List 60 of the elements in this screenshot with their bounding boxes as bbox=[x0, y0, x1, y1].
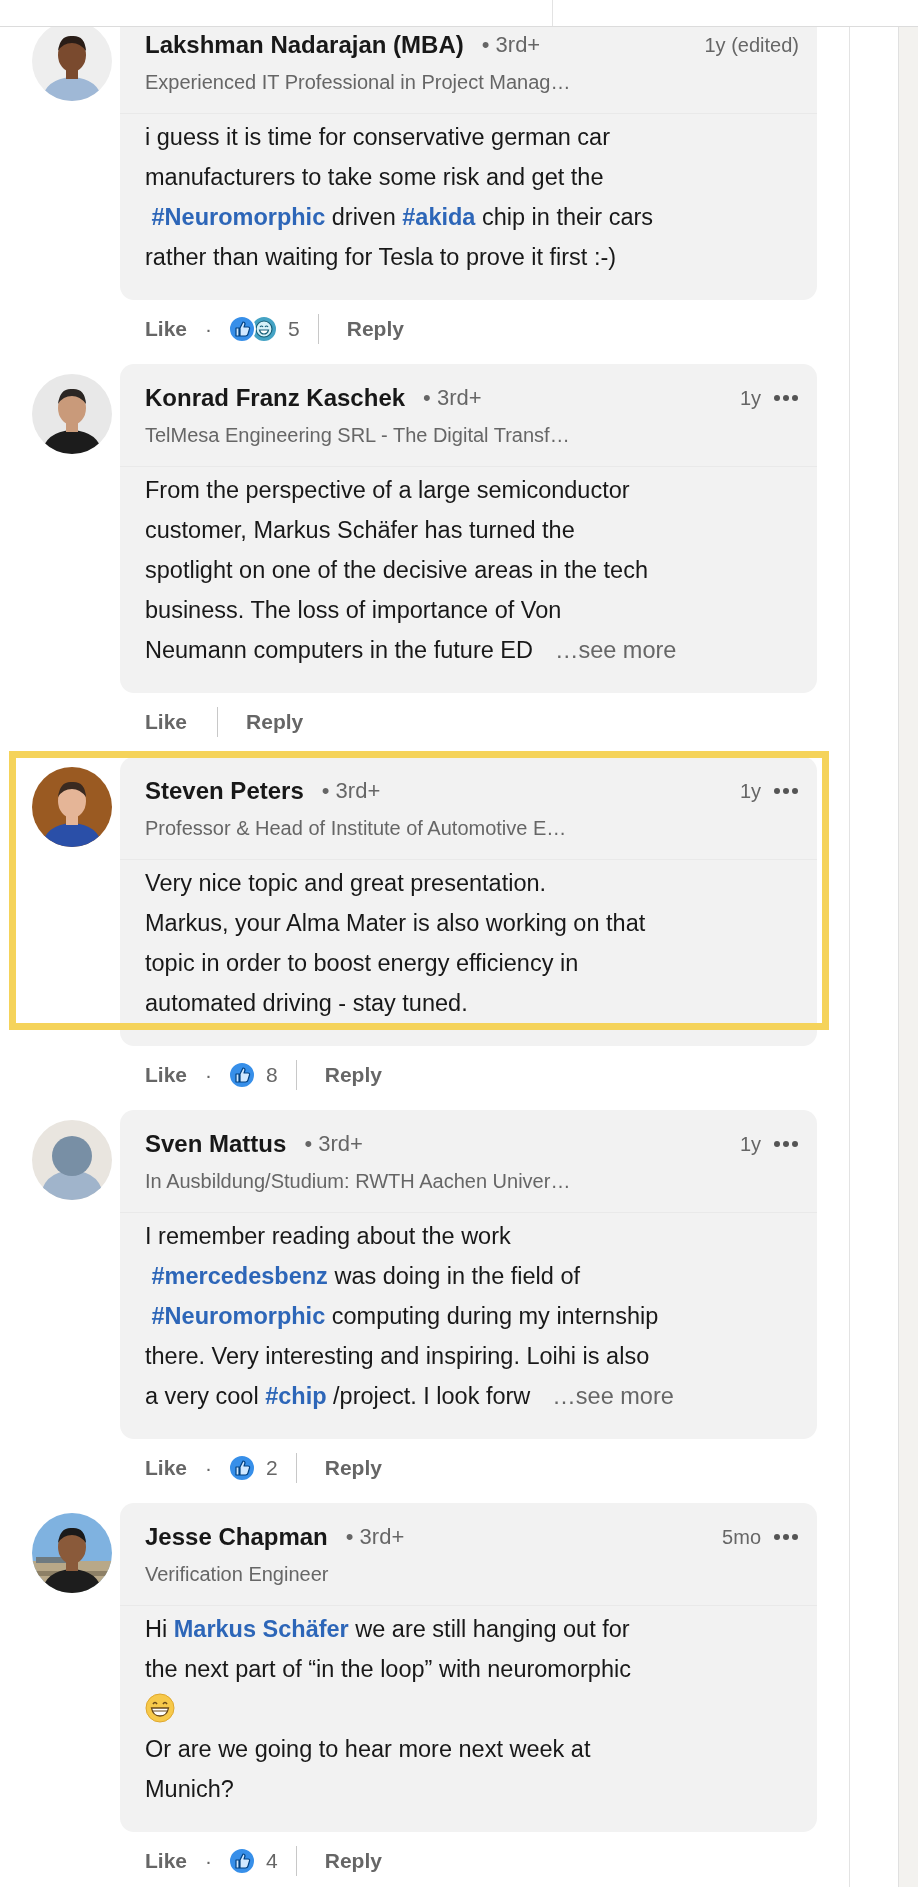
reaction-count[interactable]: 8 bbox=[266, 1063, 278, 1087]
reply-link[interactable]: Reply bbox=[324, 1456, 382, 1480]
separator-dot: · bbox=[205, 317, 213, 341]
more-icon[interactable] bbox=[773, 787, 799, 795]
separator-dot: · bbox=[205, 1063, 213, 1087]
like-link[interactable]: Like bbox=[145, 1063, 188, 1087]
comment-time: 1y bbox=[739, 1132, 761, 1156]
like-link[interactable]: Like bbox=[145, 317, 188, 341]
connection-degree: • 3rd+ bbox=[345, 1524, 405, 1550]
author-name[interactable]: Lakshman Nadarajan (MBA) bbox=[145, 31, 464, 59]
separator-dot: · bbox=[205, 1849, 213, 1873]
see-more-link[interactable]: …see more bbox=[552, 1383, 674, 1409]
comment-text: From the perspective of a large semiconductor customer, Markus Schäfer has turned the spotlight on one of the decisive areas in the tech business. The loss of importance of Von Neumann computers in the future ED …see more bbox=[144, 476, 678, 665]
like-reaction-icon bbox=[228, 1847, 257, 1875]
like-reaction-icon bbox=[228, 1454, 257, 1482]
reply-link[interactable]: Reply bbox=[324, 1063, 382, 1087]
separator-dot: · bbox=[205, 1456, 213, 1480]
hashtag-link[interactable]: #chip bbox=[265, 1383, 327, 1409]
grinning-emoji-icon bbox=[145, 1693, 175, 1723]
comment-text: Hi Markus Schäfer we are still hanging out for the next part of “in the loop” with neuromorphic Or are we going to hear more next week at Munich? bbox=[144, 1615, 632, 1804]
hashtag-link[interactable]: #Neuromorphic bbox=[151, 1303, 326, 1329]
like-link[interactable]: Like bbox=[145, 1456, 188, 1480]
hashtag-link[interactable]: #Neuromorphic bbox=[151, 204, 326, 230]
author-headline: Verification Engineer bbox=[145, 1562, 330, 1587]
like-reaction-icon bbox=[228, 1061, 257, 1089]
see-more-link[interactable]: …see more bbox=[554, 637, 677, 663]
reaction-count[interactable]: 2 bbox=[266, 1456, 278, 1480]
author-name[interactable]: Steven Peters bbox=[145, 777, 304, 805]
like-link[interactable]: Like bbox=[145, 1849, 188, 1873]
hashtag-link[interactable]: #akida bbox=[402, 204, 476, 230]
comment-text: Very nice topic and great presentation. Markus, your Alma Mater is also working on that topic in order to boost energy efficiency in automated driving - stay tuned. bbox=[144, 869, 647, 1018]
comment-time: 1y bbox=[739, 386, 761, 410]
author-headline: Professor & Head of Institute of Automotive E… bbox=[145, 816, 568, 841]
like-reaction-icon bbox=[228, 315, 257, 343]
author-headline: Experienced IT Professional in Project Manag… bbox=[145, 70, 572, 95]
author-name[interactable]: Sven Mattus bbox=[145, 1130, 287, 1158]
reply-link[interactable]: Reply bbox=[346, 317, 404, 341]
connection-degree: • 3rd+ bbox=[423, 385, 482, 411]
comment-text: I remember reading about the work #mercedesbenz was doing in the field of #Neuromorphic computing during my internship there. Very interesting and inspiring. Loihi is also a very cool #chip /project. I look forw …see more bbox=[144, 1222, 675, 1411]
connection-degree: • 3rd+ bbox=[321, 778, 381, 804]
author-name[interactable]: Jesse Chapman bbox=[145, 1523, 328, 1551]
reaction-count[interactable]: 4 bbox=[266, 1849, 278, 1873]
comment-text: i guess it is time for conservative german car manufacturers to take some risk and get the #Neuromorphic driven #akida chip in their cars rather than waiting for Tesla to prove it first :-) bbox=[144, 123, 655, 272]
reply-link[interactable]: Reply bbox=[246, 710, 304, 734]
like-link[interactable]: Like bbox=[145, 710, 188, 734]
reply-link[interactable]: Reply bbox=[324, 1849, 382, 1873]
more-icon[interactable] bbox=[773, 394, 799, 402]
connection-degree: • 3rd+ bbox=[481, 32, 541, 58]
author-headline: In Ausbildung/Studium: RWTH Aachen Univer… bbox=[145, 1169, 572, 1194]
mention-link[interactable]: Markus Schäfer bbox=[173, 1616, 349, 1642]
more-icon[interactable] bbox=[773, 1533, 799, 1541]
author-name[interactable]: Konrad Franz Kaschek bbox=[145, 384, 406, 412]
comment-time: 1y (edited) bbox=[704, 33, 799, 57]
author-headline: TelMesa Engineering SRL - The Digital Transf… bbox=[145, 423, 571, 448]
connection-degree: • 3rd+ bbox=[304, 1131, 363, 1157]
comment-time: 1y bbox=[739, 779, 761, 803]
hashtag-link[interactable]: #mercedesbenz bbox=[151, 1263, 328, 1289]
comment-time: 5mo bbox=[722, 1525, 761, 1549]
reaction-count[interactable]: 5 bbox=[288, 317, 300, 341]
more-icon[interactable] bbox=[773, 1140, 799, 1148]
